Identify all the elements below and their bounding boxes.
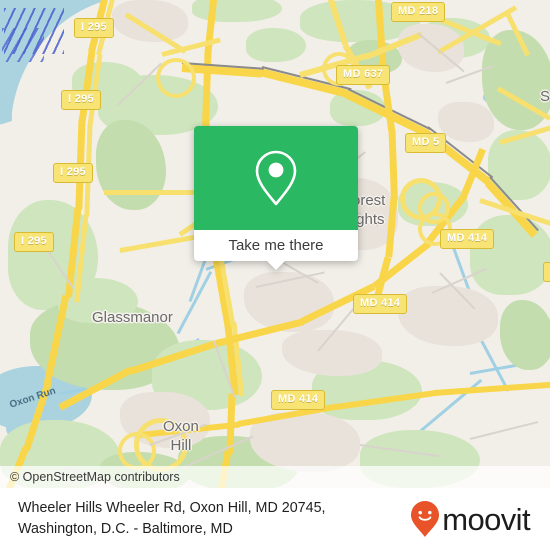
interchange-loop-oxonhill-2	[118, 432, 156, 470]
park-area-n-mid	[246, 28, 306, 62]
highway-shield[interactable]: MD 5	[405, 133, 447, 153]
park-area-se2	[500, 300, 550, 370]
moovit-smiley-pin-icon	[410, 500, 440, 538]
map-canvas[interactable]: I 295 I 295 I 295 I 295 MD 218 MD 637 MD…	[0, 0, 550, 488]
take-me-there-button[interactable]: Take me there	[194, 230, 358, 261]
park-area-se	[470, 215, 550, 295]
callout-tail-pointer	[267, 261, 285, 270]
highway-shield[interactable]: MD 637	[336, 65, 391, 85]
callout-pin-panel	[194, 126, 358, 230]
map-pin-icon	[253, 149, 299, 207]
footer-bar: Wheeler Hills Wheeler Rd, Oxon Hill, MD …	[0, 488, 550, 550]
highway-shield[interactable]: MD 414	[271, 390, 326, 410]
place-label-glassmanor: Glassmanor	[92, 309, 173, 326]
highway-shield[interactable]: MD 414	[353, 294, 408, 314]
highway-shield[interactable]: M	[543, 262, 550, 282]
interchange-loop-beltway	[156, 58, 196, 98]
place-label-oxon-hill: Oxon Hill	[163, 418, 199, 454]
map-screenshot: I 295 I 295 I 295 I 295 MD 218 MD 637 MD…	[0, 0, 550, 550]
place-label-edge-s: S	[540, 88, 550, 105]
highway-shield[interactable]: I 295	[14, 232, 54, 252]
highway-shield[interactable]: MD 218	[391, 2, 446, 22]
highway-shield[interactable]: I 295	[53, 163, 93, 183]
highway-shield[interactable]: I 295	[61, 90, 101, 110]
address-label: Wheeler Hills Wheeler Rd, Oxon Hill, MD …	[18, 500, 326, 537]
highway-shield[interactable]: I 295	[74, 18, 114, 38]
moovit-logo[interactable]: moovit	[410, 500, 536, 538]
osm-attribution[interactable]: © OpenStreetMap contributors	[0, 466, 550, 488]
highway-shield[interactable]: MD 414	[440, 229, 495, 249]
location-callout-card[interactable]: Take me there	[194, 126, 358, 270]
osm-attribution-text: © OpenStreetMap contributors	[10, 470, 180, 484]
take-me-there-label: Take me there	[228, 237, 324, 254]
river-dash-marks-2	[2, 28, 44, 62]
moovit-wordmark: moovit	[442, 501, 530, 537]
